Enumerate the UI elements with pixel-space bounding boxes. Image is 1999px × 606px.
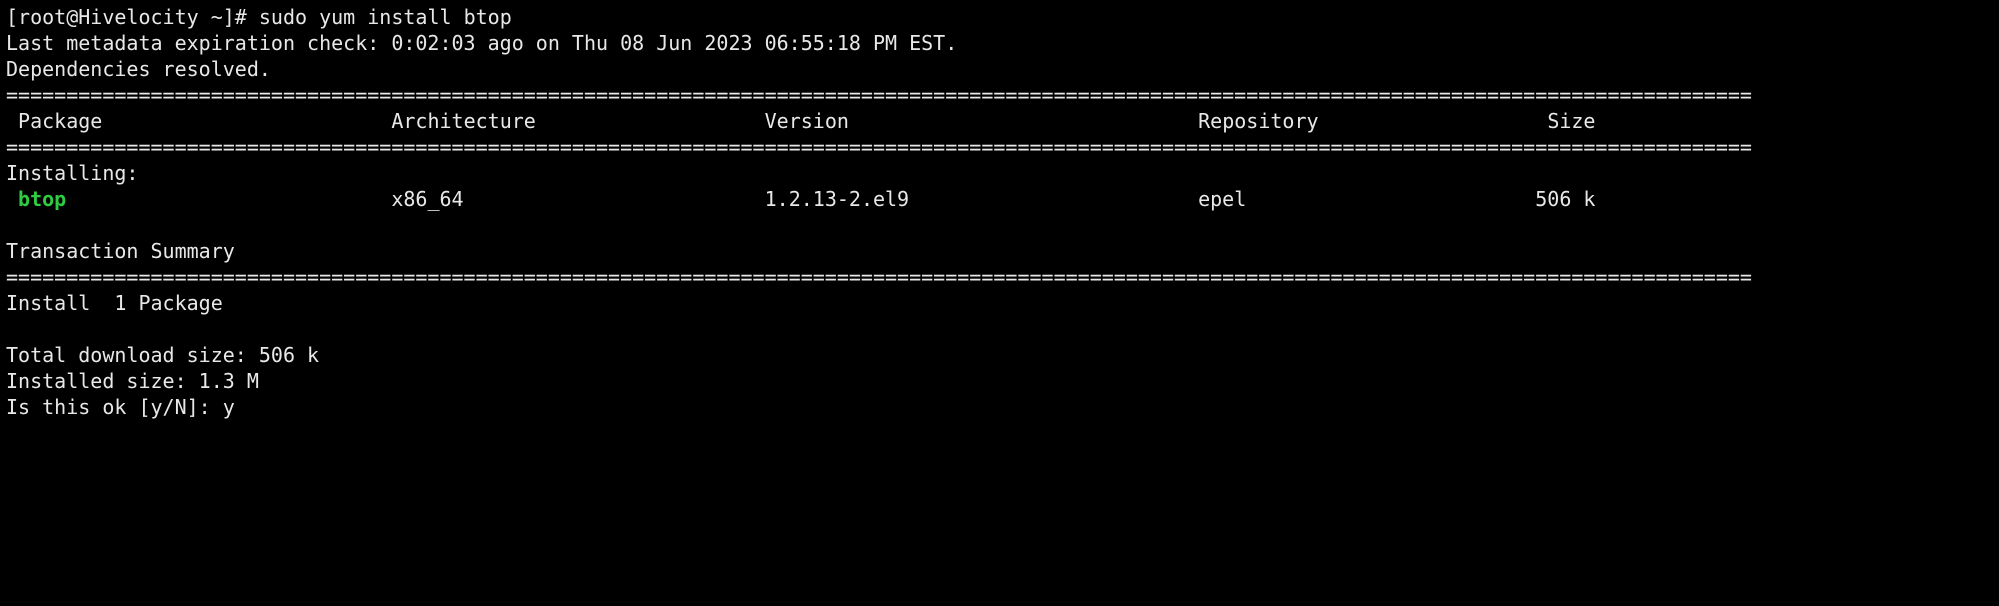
col-arch: Architecture xyxy=(391,109,536,133)
confirm-prompt[interactable]: Is this ok [y/N]: y xyxy=(6,394,1993,420)
divider-2: ========================================… xyxy=(6,134,1993,160)
confirm-answer: y xyxy=(223,395,235,419)
pkg-size: 506 k xyxy=(1535,187,1595,211)
metadata-line: Last metadata expiration check: 0:02:03 … xyxy=(6,30,1993,56)
install-count: Install 1 Package xyxy=(6,290,1993,316)
col-repo: Repository xyxy=(1198,109,1318,133)
deps-line: Dependencies resolved. xyxy=(6,56,1993,82)
pkg-version: 1.2.13-2.el9 xyxy=(765,187,910,211)
download-size: Total download size: 506 k xyxy=(6,342,1993,368)
divider-1: ========================================… xyxy=(6,82,1993,108)
installing-label: Installing: xyxy=(6,160,1993,186)
installed-size: Installed size: 1.3 M xyxy=(6,368,1993,394)
prompt-line: [root@Hivelocity ~]# sudo yum install bt… xyxy=(6,4,1993,30)
confirm-question: Is this ok [y/N]: xyxy=(6,395,223,419)
col-size: Size xyxy=(1547,109,1595,133)
command-text: sudo yum install btop xyxy=(259,5,512,29)
pkg-name: btop xyxy=(18,187,66,211)
table-row: btop x86_64 1.2.13-2.el9 epel 506 k xyxy=(6,186,1993,212)
col-version: Version xyxy=(765,109,849,133)
pkg-arch: x86_64 xyxy=(391,187,463,211)
pkg-repo: epel xyxy=(1198,187,1246,211)
table-header: Package Architecture Version Repository … xyxy=(6,108,1993,134)
blank-2 xyxy=(6,316,1993,342)
prompt-prefix: [root@Hivelocity ~]# xyxy=(6,5,259,29)
col-package: Package xyxy=(18,109,102,133)
summary-label: Transaction Summary xyxy=(6,238,1993,264)
divider-3: ========================================… xyxy=(6,264,1993,290)
blank-1 xyxy=(6,212,1993,238)
